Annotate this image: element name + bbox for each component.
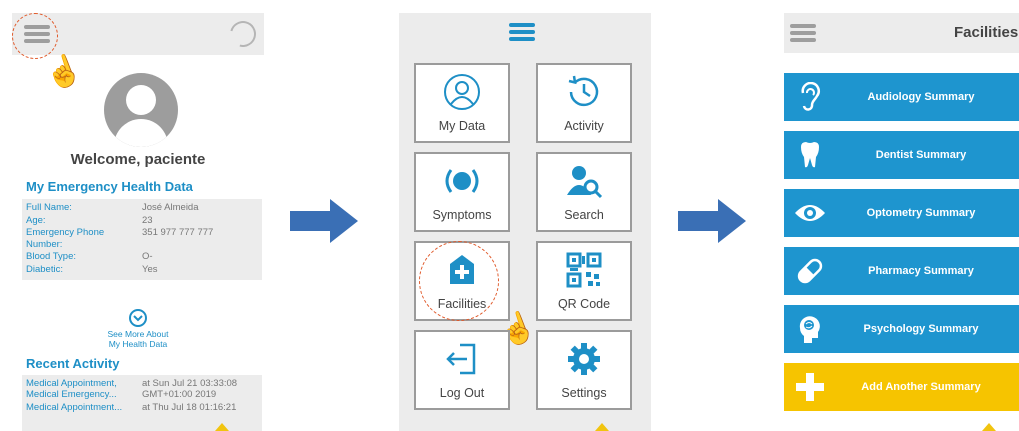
top-bar xyxy=(12,13,264,59)
data-key: Diabetic: xyxy=(26,263,63,275)
tile-label: Activity xyxy=(564,119,604,133)
list-item[interactable]: Medical Appointment... at Thu Jul 18 01:1… xyxy=(26,402,262,413)
see-more-label-1[interactable]: See More About xyxy=(12,329,264,339)
tile-search[interactable]: Search xyxy=(536,152,632,232)
emergency-data-table: Full Name: José Almeida Age: 23 Emergency … xyxy=(22,199,262,280)
add-another-summary-button[interactable]: Add Another Summary xyxy=(784,363,1019,411)
scroll-up-icon[interactable] xyxy=(982,423,996,431)
user-search-icon xyxy=(538,154,630,208)
dentist-summary-button[interactable]: Dentist Summary xyxy=(784,131,1019,179)
data-value: 351 977 777 777 xyxy=(142,227,214,238)
data-row: Diabetic: Yes xyxy=(26,264,262,276)
gear-icon xyxy=(538,332,630,386)
button-label: Dentist Summary xyxy=(875,149,967,161)
activity-time: at Thu Jul 18 01:16:21 xyxy=(142,402,237,413)
activity-time: at Sun Jul 21 03:33:08 GMT+01:00 2019 xyxy=(142,378,238,400)
home-screen: ☝ Welcome, paciente My Emergency Health … xyxy=(12,13,264,431)
menu-icon[interactable] xyxy=(790,24,816,42)
activity-type: Medical Appointment... xyxy=(26,402,123,413)
menu-screen: My Data Activity Symptoms Search Facilit… xyxy=(399,13,651,431)
brain-icon xyxy=(784,314,836,344)
tile-settings[interactable]: Settings xyxy=(536,330,632,410)
data-value: Yes xyxy=(142,263,158,275)
data-value: José Almeida xyxy=(142,202,199,213)
audiology-summary-button[interactable]: Audiology Summary xyxy=(784,73,1019,121)
eye-icon xyxy=(784,203,836,223)
list-item[interactable]: Medical Appointment, Medical Emergency..… xyxy=(26,378,262,400)
tile-symptoms[interactable]: Symptoms xyxy=(414,152,510,232)
recent-activity-title: Recent Activity xyxy=(26,356,120,371)
tile-activity[interactable]: Activity xyxy=(536,63,632,143)
refresh-icon[interactable] xyxy=(225,16,261,52)
tile-label: Settings xyxy=(561,386,607,400)
plus-icon xyxy=(784,372,836,402)
tap-highlight-circle xyxy=(419,241,499,321)
person-circle-icon xyxy=(416,65,508,119)
data-key: Blood Type: xyxy=(26,251,77,262)
button-label: Audiology Summary xyxy=(867,91,975,103)
tile-my-data[interactable]: My Data xyxy=(414,63,510,143)
tooth-icon xyxy=(784,141,836,169)
logout-icon xyxy=(416,332,508,386)
signal-icon xyxy=(416,154,508,208)
button-label: Add Another Summary xyxy=(861,381,981,393)
data-value: 23 xyxy=(142,214,153,226)
activity-type: Medical Appointment, Medical Emergency..… xyxy=(26,378,117,400)
data-row: Age: 23 xyxy=(26,215,262,227)
chevron-down-icon[interactable] xyxy=(129,309,147,327)
menu-icon[interactable] xyxy=(509,23,535,41)
tile-label: Log Out xyxy=(439,386,485,400)
facilities-screen: Facilities Audiology Summary Dentist Sum… xyxy=(784,13,1019,431)
pharmacy-summary-button[interactable]: Pharmacy Summary xyxy=(784,247,1019,295)
clock-history-icon xyxy=(538,65,630,119)
scroll-up-icon[interactable] xyxy=(215,423,229,431)
data-key: Full Name: xyxy=(26,202,72,213)
tile-label: QR Code xyxy=(557,297,611,311)
button-label: Psychology Summary xyxy=(863,323,979,335)
data-key: Age: xyxy=(26,214,46,226)
qr-code-icon xyxy=(538,243,630,297)
button-label: Optometry Summary xyxy=(866,207,976,219)
scroll-up-icon[interactable] xyxy=(595,423,609,431)
tap-hand-icon: ☝ xyxy=(40,50,87,95)
avatar xyxy=(104,73,178,147)
pill-icon xyxy=(784,256,836,286)
see-more-label-2[interactable]: My Health Data xyxy=(12,339,264,349)
page-title: Facilities xyxy=(954,24,1019,41)
tile-label: My Data xyxy=(438,119,486,133)
tile-log-out[interactable]: Log Out xyxy=(414,330,510,410)
tile-label: Search xyxy=(564,208,604,222)
top-bar: Facilities xyxy=(784,13,1019,53)
tile-qr-code[interactable]: QR Code xyxy=(536,241,632,321)
ear-icon xyxy=(784,82,836,112)
data-row: Blood Type: O- xyxy=(26,251,262,263)
optometry-summary-button[interactable]: Optometry Summary xyxy=(784,189,1019,237)
data-key: Emergency Phone Number: xyxy=(26,227,105,250)
data-row: Emergency Phone Number: 351 977 777 777 xyxy=(26,227,262,250)
flow-arrow-icon xyxy=(290,199,358,243)
welcome-text: Welcome, paciente xyxy=(70,151,206,168)
tap-highlight-circle xyxy=(12,13,58,59)
data-value: O- xyxy=(142,251,153,262)
see-more-button[interactable]: See More About My Health Data xyxy=(12,309,264,349)
button-label: Pharmacy Summary xyxy=(868,265,974,277)
tile-label: Symptoms xyxy=(432,208,492,222)
psychology-summary-button[interactable]: Psychology Summary xyxy=(784,305,1019,353)
data-row: Full Name: José Almeida xyxy=(26,202,262,214)
flow-arrow-icon xyxy=(678,199,746,243)
emergency-data-title: My Emergency Health Data xyxy=(26,179,193,194)
